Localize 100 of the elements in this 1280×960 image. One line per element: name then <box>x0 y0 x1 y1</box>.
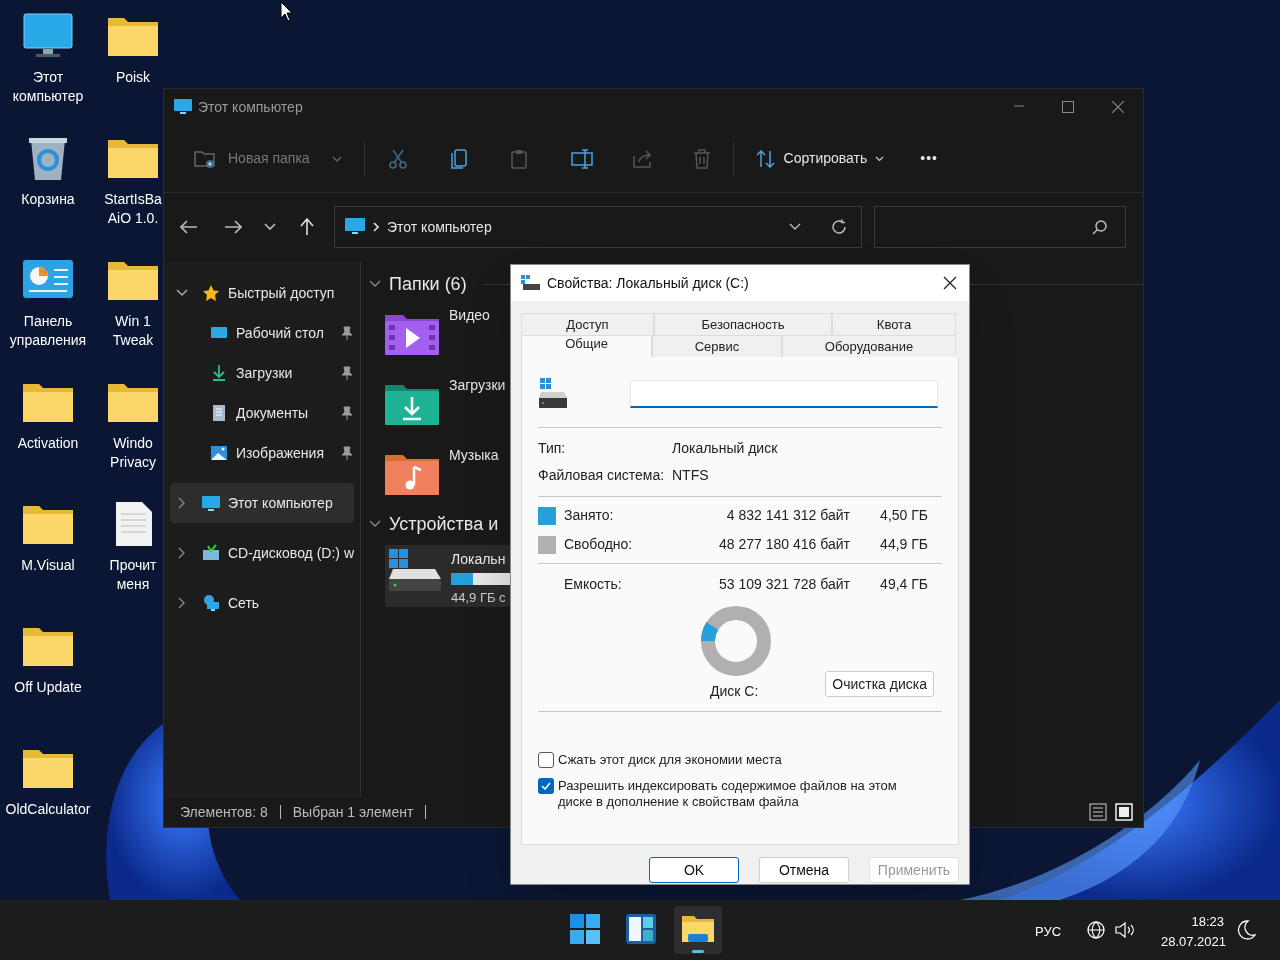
window-title: Этот компьютер <box>198 97 303 117</box>
maximize-icon[interactable] <box>1062 101 1074 113</box>
property-label: Файловая система: <box>538 466 666 485</box>
usage-size: 49,4 ГБ <box>879 575 928 594</box>
pin-icon <box>340 446 352 460</box>
dialog-button[interactable]: OK <box>649 857 739 883</box>
caret-icon <box>331 155 342 162</box>
checkbox-label: Разрешить индексировать содержимое файлов на этом диске в дополнение к свойствам файла <box>558 778 898 810</box>
chevron-down-icon[interactable] <box>264 223 276 231</box>
nav-item[interactable]: Быстрый доступ <box>170 273 354 313</box>
tab[interactable]: Доступ <box>521 313 654 335</box>
desktop-icon-label[interactable]: M.Visual <box>0 556 96 575</box>
section-header[interactable]: Папки (6) <box>389 270 467 298</box>
checkmark-icon <box>541 782 551 790</box>
desktop-icon-label[interactable]: Win 1 Tweak <box>104 312 162 350</box>
picture-icon <box>210 444 228 462</box>
forward-arrow-icon[interactable] <box>224 220 242 234</box>
close-icon[interactable] <box>943 276 957 290</box>
desktop-icon-label[interactable]: Windo Privacy <box>104 434 162 472</box>
desktop-icon-label[interactable]: Poisk <box>104 68 162 87</box>
copy-icon[interactable] <box>450 148 467 169</box>
chevron-down-icon[interactable] <box>176 289 188 297</box>
disk-label: Диск C: <box>710 682 759 701</box>
speaker-icon[interactable] <box>1115 921 1135 939</box>
document-icon <box>210 404 228 422</box>
chevron-right-icon[interactable] <box>178 497 186 509</box>
drive-name-field[interactable] <box>630 380 938 408</box>
search-field[interactable] <box>874 206 1126 248</box>
folder-plus-icon <box>194 148 216 169</box>
folder-label[interactable]: Видео <box>449 305 490 326</box>
tab[interactable]: Общие <box>521 335 652 357</box>
usage-label: Свободно: <box>564 535 634 554</box>
tab[interactable]: Квота <box>832 313 956 335</box>
refresh-icon[interactable] <box>831 219 847 235</box>
more-button[interactable]: ••• <box>920 148 938 169</box>
property-value: NTFS <box>672 466 709 485</box>
address-bar[interactable]: Этот компьютер <box>334 206 862 248</box>
search-icon <box>1092 219 1107 235</box>
tab[interactable]: Оборудование <box>782 335 956 357</box>
dialog-button[interactable]: Отмена <box>759 857 849 883</box>
monitor-icon[interactable] <box>21 12 75 60</box>
dialog-title: Свойства: Локальный диск (C:) <box>547 273 749 293</box>
sort-arrows-icon <box>755 149 776 168</box>
checkbox[interactable] <box>538 752 554 768</box>
drive-icon <box>387 549 443 593</box>
desktop-icon-label[interactable]: Прочит меня <box>104 556 162 594</box>
chevron-right-icon[interactable] <box>178 547 186 559</box>
chevron-down-icon[interactable] <box>369 280 381 288</box>
usage-bytes: 48 277 180 416 байт <box>718 535 850 554</box>
moon-icon[interactable] <box>1236 919 1256 941</box>
new-folder-button[interactable]: Новая папка <box>194 148 342 169</box>
nav-item[interactable]: CD-дисковод (D:) w <box>170 533 354 573</box>
disk-cleanup-button[interactable]: Очистка диска <box>825 671 934 697</box>
chevron-down-icon[interactable] <box>789 223 801 231</box>
nav-item[interactable]: Документы <box>170 393 354 433</box>
chevron-right-icon[interactable] <box>178 597 186 609</box>
nav-item[interactable]: Загрузки <box>170 353 354 393</box>
folder-label[interactable]: Музыка <box>449 445 499 466</box>
scissors-icon[interactable] <box>388 148 407 169</box>
back-arrow-icon[interactable] <box>180 220 198 234</box>
nav-item[interactable]: Рабочий стол <box>170 313 354 353</box>
star-icon <box>202 284 220 302</box>
tiles-view-icon[interactable] <box>1115 803 1133 821</box>
folder-label[interactable]: Загрузки <box>449 375 506 396</box>
details-view-icon[interactable] <box>1089 803 1107 821</box>
desktop-icon-label[interactable]: Activation <box>0 434 96 453</box>
desktop-icon-label[interactable]: Панель управления <box>0 312 96 350</box>
tab[interactable]: Безопасность <box>654 313 832 335</box>
checkbox[interactable] <box>538 778 554 794</box>
network-icon <box>202 594 220 612</box>
desktop-icon-label[interactable]: OldCalculator <box>0 800 96 819</box>
desktop-icon-label[interactable]: StartIsBa AiO 1.0. <box>104 190 162 228</box>
sort-button[interactable]: Сортировать <box>755 148 885 169</box>
desktop-icon-label[interactable]: Off Update <box>0 678 96 697</box>
usage-bytes: 53 109 321 728 байт <box>718 575 850 594</box>
pin-icon <box>340 326 352 340</box>
nav-item[interactable]: Этот компьютер <box>170 483 354 523</box>
usage-size: 44,9 ГБ <box>879 535 928 554</box>
tab[interactable]: Сервис <box>652 335 782 357</box>
desktop-icon-label[interactable]: Корзина <box>0 190 96 209</box>
section-header[interactable]: Устройства и <box>389 510 499 538</box>
nav-item[interactable]: Сеть <box>170 583 354 623</box>
property-value: Локальный диск <box>672 439 778 458</box>
rename-icon[interactable] <box>570 148 593 169</box>
language-indicator[interactable]: РУС <box>1035 922 1062 942</box>
drive-label[interactable]: Локальн <box>451 549 511 570</box>
chevron-down-icon[interactable] <box>369 520 381 528</box>
up-arrow-icon[interactable] <box>300 218 314 236</box>
monitor-icon <box>345 218 365 236</box>
usage-bytes: 4 832 141 312 байт <box>725 506 850 525</box>
download-icon <box>210 364 228 382</box>
taskbar-button[interactable] <box>674 906 722 954</box>
nav-item[interactable]: Изображения <box>170 433 354 473</box>
monitor-icon <box>202 494 220 512</box>
globe-icon[interactable] <box>1086 920 1106 940</box>
cd-drive-icon <box>201 544 220 562</box>
chevron-right-icon <box>373 222 379 232</box>
usage-label: Емкость: <box>564 575 623 594</box>
desktop-icon-label[interactable]: Этот компьютер <box>0 68 96 106</box>
drive-free-space: 44,9 ГБ с <box>451 589 507 607</box>
